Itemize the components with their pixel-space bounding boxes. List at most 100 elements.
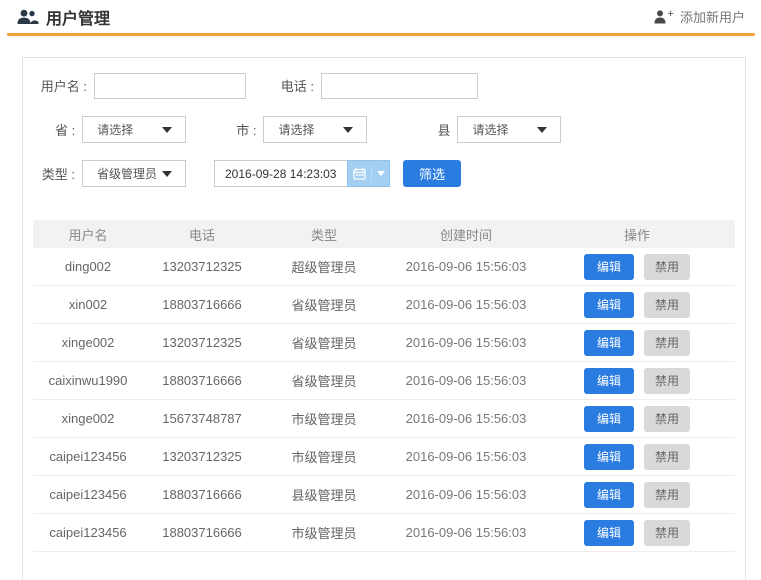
cell-created-time: 2016-09-06 15:56:03 (387, 297, 545, 312)
calendar-button[interactable] (347, 160, 390, 187)
cell-username: xinge002 (33, 411, 143, 426)
cell-username: caipei123456 (33, 487, 143, 502)
cell-phone: 18803716666 (143, 525, 261, 540)
chevron-down-icon (162, 127, 172, 133)
username-label: 用户名 : (35, 76, 87, 95)
cell-type: 省级管理员 (261, 333, 387, 352)
page-header: 用户管理 + 添加新用户 (0, 0, 761, 33)
filter-row-2: 省 : 请选择 市 : 请选择 县 请选择 (33, 116, 735, 143)
county-select-value: 请选择 (472, 121, 508, 138)
datetime-input[interactable] (214, 160, 347, 187)
cell-username: ding002 (33, 259, 143, 274)
edit-button[interactable]: 编辑 (584, 406, 634, 432)
page-title: 用户管理 (46, 5, 110, 29)
filter-row-3: 类型 : 省级管理员 筛选 (33, 160, 735, 187)
province-label: 省 : (55, 120, 75, 139)
type-label: 类型 : (33, 164, 75, 183)
edit-button[interactable]: 编辑 (584, 330, 634, 356)
table-row: xinge002 15673748787 市级管理员 2016-09-06 15… (33, 400, 735, 438)
cell-type: 县级管理员 (261, 485, 387, 504)
col-header-actions: 操作 (545, 225, 729, 244)
phone-input[interactable] (321, 73, 478, 99)
user-table: 用户名 电话 类型 创建时间 操作 ding002 13203712325 超级… (33, 220, 735, 552)
province-select[interactable]: 请选择 (82, 116, 186, 143)
type-select[interactable]: 省级管理员 (82, 160, 186, 187)
phone-label: 电话 : (274, 76, 314, 95)
disable-button[interactable]: 禁用 (644, 520, 690, 546)
cell-type: 市级管理员 (261, 523, 387, 542)
table-body: ding002 13203712325 超级管理员 2016-09-06 15:… (33, 248, 735, 552)
disable-button[interactable]: 禁用 (644, 406, 690, 432)
cell-phone: 13203712325 (143, 335, 261, 350)
county-label: 县 (437, 120, 450, 139)
calendar-button-divider (371, 166, 372, 182)
chevron-down-icon (377, 171, 385, 176)
county-select[interactable]: 请选择 (457, 116, 561, 143)
col-header-phone: 电话 (143, 225, 261, 244)
cell-created-time: 2016-09-06 15:56:03 (387, 335, 545, 350)
city-select-value: 请选择 (278, 121, 314, 138)
username-input[interactable] (94, 73, 246, 99)
table-row: caipei123456 18803716666 县级管理员 2016-09-0… (33, 476, 735, 514)
cell-type: 超级管理员 (261, 257, 387, 276)
cell-created-time: 2016-09-06 15:56:03 (387, 411, 545, 426)
cell-actions: 编辑 禁用 (545, 292, 729, 318)
city-label: 市 : (236, 120, 256, 139)
chevron-down-icon (343, 127, 353, 133)
filter-row-1: 用户名 : 电话 : (33, 72, 735, 99)
edit-button[interactable]: 编辑 (584, 444, 634, 470)
cell-created-time: 2016-09-06 15:56:03 (387, 487, 545, 502)
cell-phone: 13203712325 (143, 259, 261, 274)
accent-divider (7, 33, 755, 36)
user-add-icon (654, 10, 667, 24)
add-user-label: 添加新用户 (680, 7, 745, 26)
cell-actions: 编辑 禁用 (545, 482, 729, 508)
disable-button[interactable]: 禁用 (644, 330, 690, 356)
disable-button[interactable]: 禁用 (644, 482, 690, 508)
cell-type: 省级管理员 (261, 371, 387, 390)
cell-username: caipei123456 (33, 525, 143, 540)
chevron-down-icon (162, 171, 172, 177)
city-select[interactable]: 请选择 (263, 116, 367, 143)
cell-phone: 18803716666 (143, 373, 261, 388)
calendar-icon (353, 167, 366, 180)
cell-actions: 编辑 禁用 (545, 330, 729, 356)
cell-phone: 18803716666 (143, 297, 261, 312)
edit-button[interactable]: 编辑 (584, 368, 634, 394)
edit-button[interactable]: 编辑 (584, 292, 634, 318)
cell-phone: 13203712325 (143, 449, 261, 464)
disable-button[interactable]: 禁用 (644, 292, 690, 318)
disable-button[interactable]: 禁用 (644, 444, 690, 470)
add-user-button[interactable]: + 添加新用户 (654, 7, 745, 26)
filter-submit-button[interactable]: 筛选 (403, 160, 461, 187)
chevron-down-icon (537, 127, 547, 133)
col-header-type: 类型 (261, 225, 387, 244)
plus-glyph: + (668, 8, 674, 20)
cell-created-time: 2016-09-06 15:56:03 (387, 449, 545, 464)
cell-actions: 编辑 禁用 (545, 444, 729, 470)
disable-button[interactable]: 禁用 (644, 254, 690, 280)
datetime-picker (214, 160, 390, 187)
cell-actions: 编辑 禁用 (545, 254, 729, 280)
cell-actions: 编辑 禁用 (545, 368, 729, 394)
content-panel: 用户名 : 电话 : 省 : 请选择 市 : 请选择 县 请选择 类型 : 省级… (22, 57, 746, 580)
disable-button[interactable]: 禁用 (644, 368, 690, 394)
table-row: ding002 13203712325 超级管理员 2016-09-06 15:… (33, 248, 735, 286)
cell-actions: 编辑 禁用 (545, 520, 729, 546)
cell-phone: 15673748787 (143, 411, 261, 426)
edit-button[interactable]: 编辑 (584, 482, 634, 508)
cell-username: xin002 (33, 297, 143, 312)
cell-created-time: 2016-09-06 15:56:03 (387, 259, 545, 274)
cell-type: 市级管理员 (261, 447, 387, 466)
table-row: xinge002 13203712325 省级管理员 2016-09-06 15… (33, 324, 735, 362)
edit-button[interactable]: 编辑 (584, 520, 634, 546)
cell-created-time: 2016-09-06 15:56:03 (387, 373, 545, 388)
cell-username: caixinwu1990 (33, 373, 143, 388)
cell-phone: 18803716666 (143, 487, 261, 502)
table-row: caixinwu1990 18803716666 省级管理员 2016-09-0… (33, 362, 735, 400)
table-row: xin002 18803716666 省级管理员 2016-09-06 15:5… (33, 286, 735, 324)
table-header-row: 用户名 电话 类型 创建时间 操作 (33, 220, 735, 248)
cell-username: xinge002 (33, 335, 143, 350)
edit-button[interactable]: 编辑 (584, 254, 634, 280)
col-header-username: 用户名 (33, 225, 143, 244)
